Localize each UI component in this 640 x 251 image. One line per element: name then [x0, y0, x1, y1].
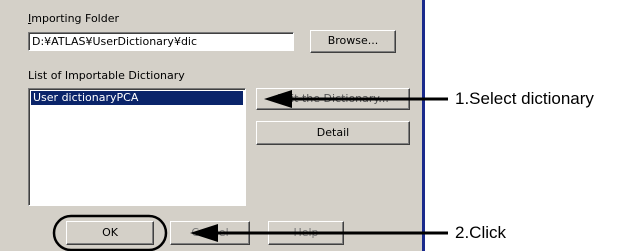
importable-dictionary-list[interactable]: User dictionaryPCA — [28, 88, 246, 206]
ok-button[interactable]: OK — [66, 221, 154, 245]
importing-folder-input[interactable] — [28, 32, 294, 51]
browse-button[interactable]: Browse... — [310, 30, 396, 53]
edit-dictionary-button[interactable]: Edit the Dictionary... — [256, 88, 410, 110]
dialog-border — [422, 0, 425, 251]
annotation-step2: 2.Click — [455, 223, 507, 242]
annotation-step1: 1.Select dictionary — [455, 89, 594, 108]
cancel-button[interactable]: Cancel — [170, 221, 250, 245]
list-item[interactable]: User dictionaryPCA — [31, 91, 243, 105]
detail-button[interactable]: Detail — [256, 121, 410, 145]
import-dictionary-dialog: Importing Folder Browse... List of Impor… — [0, 0, 422, 251]
importable-list-label: List of Importable Dictionary — [28, 69, 185, 82]
help-button[interactable]: Help — [268, 221, 344, 245]
importing-folder-label: Importing Folder — [28, 12, 120, 25]
